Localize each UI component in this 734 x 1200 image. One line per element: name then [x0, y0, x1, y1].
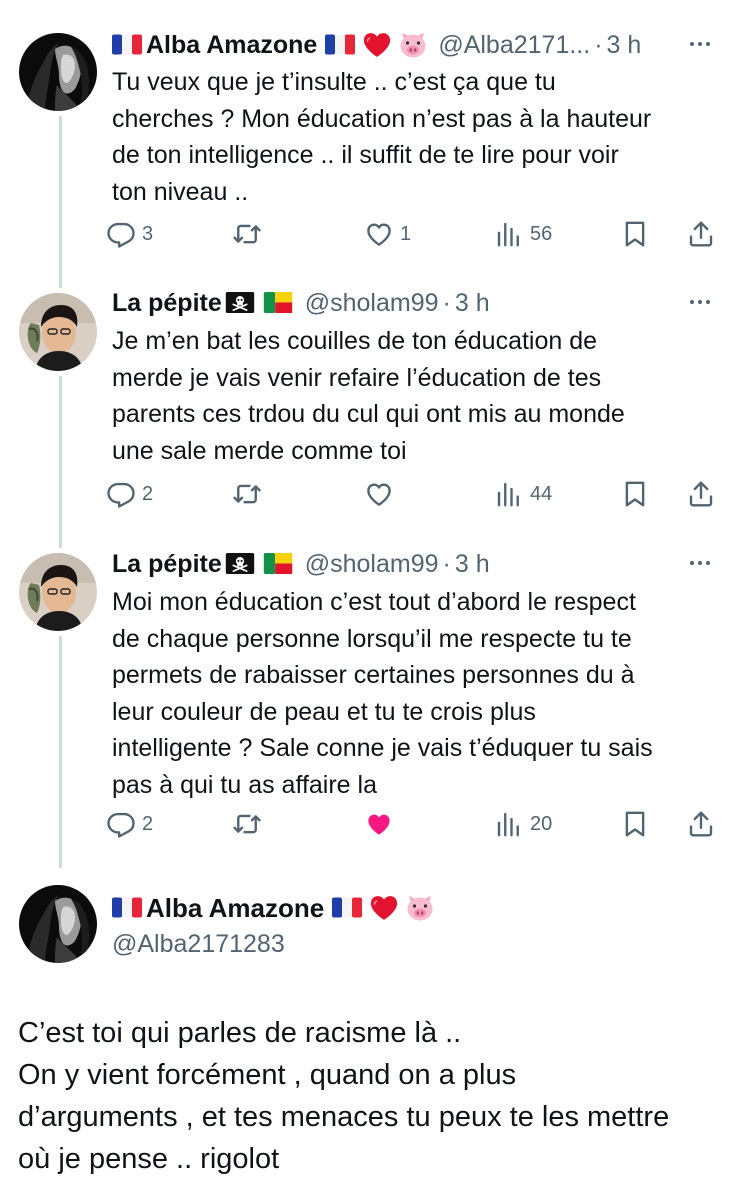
- author-handle[interactable]: @sholam99: [305, 289, 439, 318]
- more-icon[interactable]: [686, 32, 714, 56]
- more-icon[interactable]: [686, 290, 714, 314]
- flag-benin-icon: [263, 553, 293, 574]
- retweet-icon: [232, 809, 262, 839]
- retweet-button[interactable]: [232, 474, 262, 514]
- share-icon: [686, 479, 716, 509]
- reply-icon: [106, 219, 136, 249]
- retweet-button[interactable]: [232, 804, 262, 844]
- share-button[interactable]: [686, 214, 716, 254]
- thread-connector: [59, 636, 62, 868]
- retweet-icon: [232, 219, 262, 249]
- avatar[interactable]: [19, 553, 97, 631]
- tweet-header: La pépite @sholam99 · 3 h: [112, 549, 714, 579]
- author-handle[interactable]: @sholam99: [305, 550, 439, 579]
- reply-icon: [106, 479, 136, 509]
- like-button[interactable]: 1: [364, 214, 411, 254]
- like-icon: [364, 219, 394, 249]
- views-icon: [494, 219, 524, 249]
- flag-france-icon: [325, 34, 355, 55]
- separator-dot: ·: [442, 549, 451, 578]
- red-heart-icon: [369, 893, 399, 923]
- bookmark-button[interactable]: [620, 474, 650, 514]
- retweet-icon: [232, 479, 262, 509]
- separator-dot: ·: [442, 288, 451, 317]
- bookmark-icon: [620, 809, 650, 839]
- share-button[interactable]: [686, 804, 716, 844]
- views-icon: [494, 479, 524, 509]
- avatar[interactable]: [19, 293, 97, 371]
- author-name[interactable]: La pépite: [112, 550, 222, 579]
- tweet-text: Je m’en bat les couilles de ton éducatio…: [112, 327, 625, 465]
- tweet-header: Alba Amazone @Alba2171... · 3 h: [112, 30, 714, 60]
- tweet-text: Tu veux que je t’insulte .. c’est ça que…: [112, 68, 652, 206]
- like-icon: [364, 809, 394, 839]
- author-name[interactable]: Alba Amazone: [146, 31, 317, 60]
- like-icon: [364, 479, 394, 509]
- separator-dot: ·: [594, 30, 603, 59]
- reply-button[interactable]: 3: [106, 214, 153, 254]
- bookmark-icon: [620, 479, 650, 509]
- flag-france-icon: [112, 34, 142, 55]
- author-handle[interactable]: @Alba2171283: [112, 930, 438, 959]
- reply-button[interactable]: 2: [106, 804, 153, 844]
- author-handle[interactable]: @Alba2171...: [438, 31, 590, 60]
- thread-connector: [59, 376, 62, 548]
- author-name[interactable]: La pépite: [112, 289, 222, 318]
- like-button[interactable]: [364, 474, 400, 514]
- thread-connector: [59, 116, 62, 288]
- reply-icon: [106, 809, 136, 839]
- flag-benin-icon: [263, 292, 293, 313]
- flag-france-icon: [112, 897, 142, 918]
- share-icon: [686, 219, 716, 249]
- action-bar: 2 44: [106, 474, 726, 514]
- reply-button[interactable]: 2: [106, 474, 153, 514]
- views-icon: [494, 809, 524, 839]
- share-button[interactable]: [686, 474, 716, 514]
- views-button[interactable]: 56: [494, 214, 552, 254]
- bookmark-icon: [620, 219, 650, 249]
- action-bar: 3 1 56: [106, 214, 726, 254]
- views-button[interactable]: 44: [494, 474, 552, 514]
- timestamp[interactable]: 3 h: [455, 289, 490, 318]
- red-heart-icon: [362, 30, 392, 60]
- flag-france-icon: [332, 897, 362, 918]
- share-icon: [686, 809, 716, 839]
- pirate-flag-icon: [225, 292, 255, 313]
- pig-face-icon: [405, 893, 435, 923]
- avatar[interactable]: [19, 885, 97, 963]
- pirate-flag-icon: [225, 553, 255, 574]
- pig-face-icon: [398, 30, 428, 60]
- bookmark-button[interactable]: [620, 214, 650, 254]
- bookmark-button[interactable]: [620, 804, 650, 844]
- author-name[interactable]: Alba Amazone: [146, 893, 324, 924]
- timestamp[interactable]: 3 h: [607, 31, 642, 60]
- views-button[interactable]: 20: [494, 804, 552, 844]
- avatar[interactable]: [19, 33, 97, 111]
- retweet-button[interactable]: [232, 214, 262, 254]
- like-button[interactable]: [364, 804, 400, 844]
- tweet-header: La pépite @sholam99 · 3 h: [112, 288, 714, 318]
- main-tweet-text: C’est toi qui parles de racisme là .. On…: [18, 1017, 670, 1175]
- tweet-text: Moi mon éducation c’est tout d’abord le …: [112, 588, 653, 799]
- main-tweet-header: Alba Amazone @Alba2171283: [112, 890, 438, 959]
- more-icon[interactable]: [686, 551, 714, 575]
- timestamp[interactable]: 3 h: [455, 550, 490, 579]
- action-bar: 2 20: [106, 804, 726, 844]
